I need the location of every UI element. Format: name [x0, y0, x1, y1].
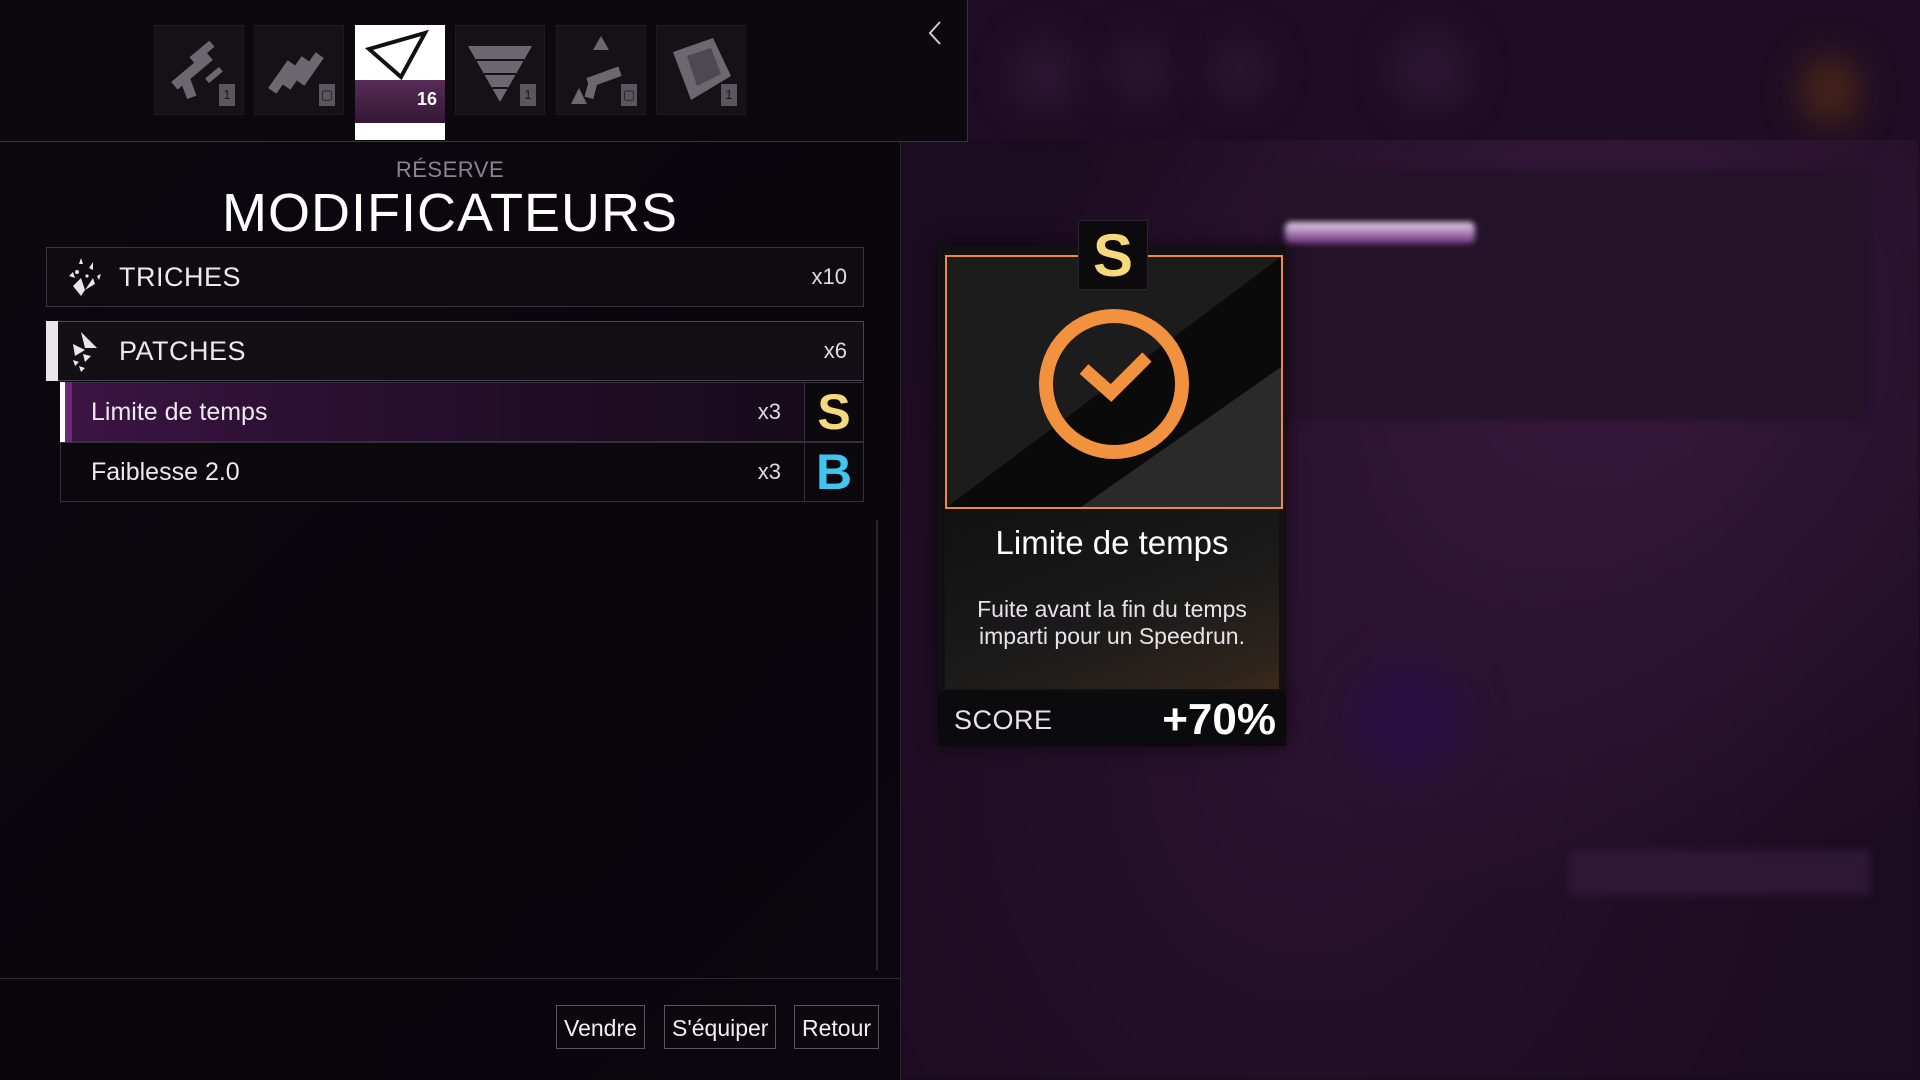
tab-modifiers[interactable]: 16 — [355, 25, 445, 140]
tab-pistol[interactable]: ▢ — [556, 25, 646, 115]
background-blob — [1350, 660, 1470, 780]
scrollbar-track[interactable] — [876, 520, 878, 970]
card-description: Fuite avant la fin du temps imparti pour… — [977, 596, 1247, 649]
category-patches[interactable]: PATCHES x6 — [46, 321, 864, 381]
tab-badge: ▢ — [319, 84, 335, 106]
background-blob — [1010, 40, 1080, 110]
sell-button[interactable]: Vendre — [556, 1005, 645, 1049]
tab-badge: 1 — [721, 84, 737, 106]
page-title: MODIFICATEURS — [222, 183, 678, 243]
selection-edge — [46, 321, 58, 381]
category-label: PATCHES — [119, 335, 247, 366]
divider — [0, 978, 900, 979]
tab-badge: ▢ — [621, 84, 637, 106]
modifier-label: Limite de temps — [91, 397, 268, 426]
background-blob — [1800, 55, 1860, 125]
category-quantity: x10 — [811, 264, 847, 289]
category-tab-bar: 1 ▢ 16 1 ▢ 1 — [0, 0, 968, 142]
tab-badge: 1 — [219, 84, 235, 106]
background-blob — [1390, 30, 1470, 110]
cheats-sparkle-icon — [69, 258, 101, 296]
tab-badge: 1 — [520, 84, 536, 106]
back-button[interactable]: Retour — [794, 1005, 880, 1049]
background-panel — [1270, 170, 1870, 420]
card-title: Limite de temps — [995, 524, 1229, 561]
clock-check-icon — [1039, 309, 1189, 459]
category-cheats[interactable]: TRICHES x10 — [46, 247, 864, 307]
modifier-item[interactable]: Faiblesse 2.0 x3 B — [60, 442, 864, 502]
chevron-left-icon[interactable] — [924, 18, 948, 48]
card-artwork — [945, 255, 1283, 509]
tab-weapons[interactable]: 1 — [154, 25, 244, 115]
background-blob — [1110, 40, 1170, 100]
background-blob — [1210, 40, 1270, 100]
patches-shards-icon — [73, 332, 97, 372]
score-value: +70% — [1162, 695, 1276, 744]
tab-cube[interactable]: 1 — [656, 25, 746, 115]
grade-badge-b: B — [804, 443, 863, 501]
modifier-item[interactable]: Limite de temps x3 S — [60, 382, 864, 442]
card-grade-badge: S — [1078, 220, 1148, 290]
background-bar — [1285, 222, 1475, 244]
inventory-panel: RÉSERVE MODIFICATEURS TRICHES x10 PATCHE… — [0, 0, 901, 1080]
modifier-label: Faiblesse 2.0 — [91, 457, 240, 486]
section-label: RÉSERVE — [395, 157, 505, 182]
modifier-quantity: x3 — [757, 399, 781, 424]
tab-active-bar — [355, 123, 445, 140]
tab-ammo[interactable]: ▢ — [254, 25, 344, 115]
card-score-bar: SCORE +70% — [938, 691, 1286, 746]
modifier-detail-card: Limite de temps Fuite avant la fin du te… — [938, 246, 1286, 746]
category-label: TRICHES — [119, 261, 242, 292]
equip-button[interactable]: S'équiper — [664, 1005, 777, 1049]
triangle-pointer-icon — [364, 29, 430, 81]
tab-pyramid[interactable]: 1 — [455, 25, 545, 115]
background-panel — [1570, 850, 1870, 895]
modifier-quantity: x3 — [757, 459, 781, 484]
grade-badge-s: S — [804, 383, 863, 441]
category-quantity: x6 — [823, 338, 847, 363]
selection-edge — [60, 382, 72, 442]
score-label: SCORE — [954, 705, 1053, 735]
tab-count: 16 — [416, 89, 437, 109]
